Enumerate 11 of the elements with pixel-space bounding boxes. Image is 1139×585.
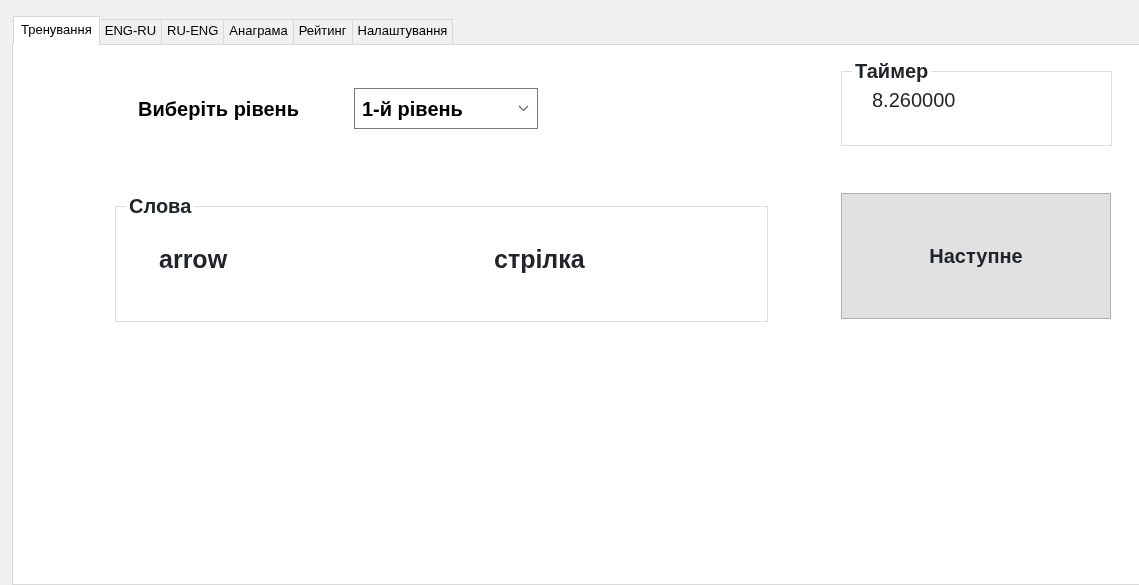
level-label: Виберіть рівень bbox=[138, 96, 299, 122]
chevron-down-icon bbox=[517, 105, 529, 112]
word: arrow bbox=[159, 243, 229, 275]
tab[interactable]: Тренування bbox=[13, 16, 100, 45]
group-title: Таймер bbox=[854, 61, 930, 81]
translation: стрілка bbox=[494, 243, 585, 275]
group-title: Слова bbox=[128, 196, 193, 216]
timer-value: 8.260000 bbox=[871, 88, 957, 113]
level-dropdown[interactable]: 1-й рівень bbox=[353, 88, 538, 129]
tab[interactable]: Налаштування bbox=[351, 19, 454, 44]
next-button[interactable]: Наступне bbox=[841, 193, 1111, 319]
